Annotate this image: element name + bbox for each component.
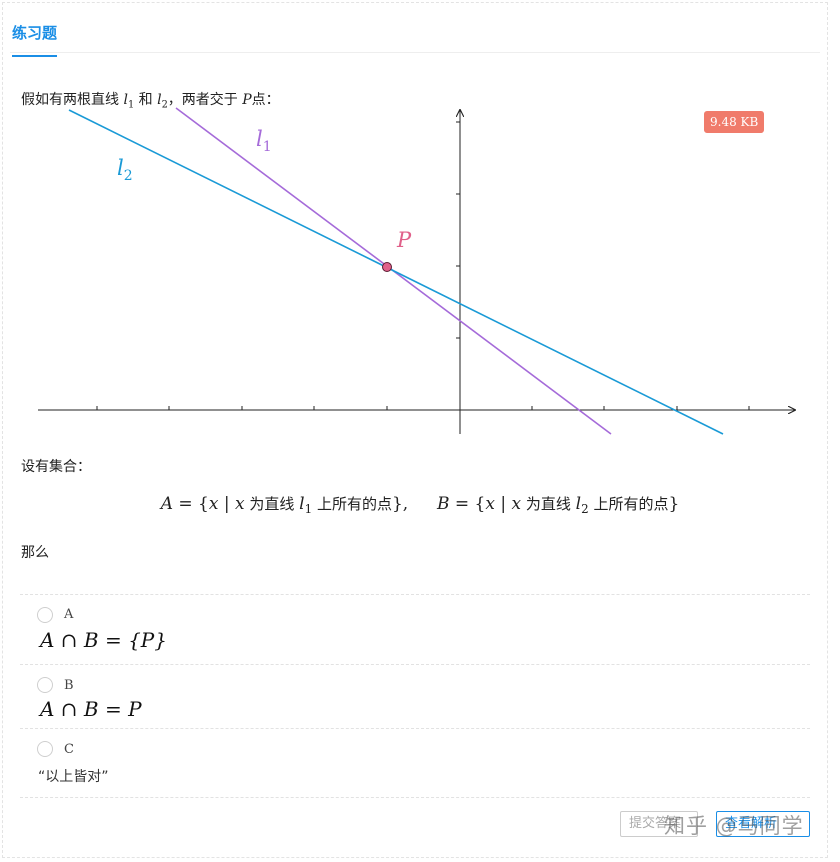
set-definitions: A = {x | x 为直线 l1 上所有的点}, B = {x | x 为直线… <box>0 493 840 516</box>
option-c-text: “以上皆对” <box>38 769 109 785</box>
line-intersection-graph: l1 l2 P <box>38 107 840 435</box>
option-b-letter: B <box>64 678 74 693</box>
divider <box>20 594 810 595</box>
option-c-letter: C <box>64 742 74 757</box>
option-b-radio[interactable] <box>37 677 53 693</box>
x-ticks <box>96 406 750 410</box>
then-text: 那么 <box>21 545 49 561</box>
divider <box>20 728 810 729</box>
set-a-definition: A = {x | x 为直线 l1 上所有的点}, <box>160 494 409 517</box>
option-a-letter: A <box>64 607 74 622</box>
option-a-formula: A ∩ B = {P} <box>40 628 167 652</box>
zhihu-watermark: 知乎 @马同学 <box>664 814 804 838</box>
divider <box>20 797 810 798</box>
l1-label: l1 <box>256 127 272 155</box>
y-ticks <box>456 121 460 339</box>
option-a-radio[interactable] <box>37 607 53 623</box>
option-c-radio[interactable] <box>37 741 53 757</box>
sets-intro: 设有集合： <box>21 459 91 475</box>
point-p-label: P <box>396 228 412 252</box>
intersection-point <box>382 262 392 272</box>
divider <box>20 664 810 665</box>
set-b-definition: B = {x | x 为直线 l2 上所有的点} <box>437 494 680 517</box>
option-b-formula: A ∩ B = P <box>40 697 142 721</box>
line-l2 <box>68 109 724 435</box>
l2-label: l2 <box>117 156 133 184</box>
file-size-badge: 9.48 KB <box>704 111 765 133</box>
